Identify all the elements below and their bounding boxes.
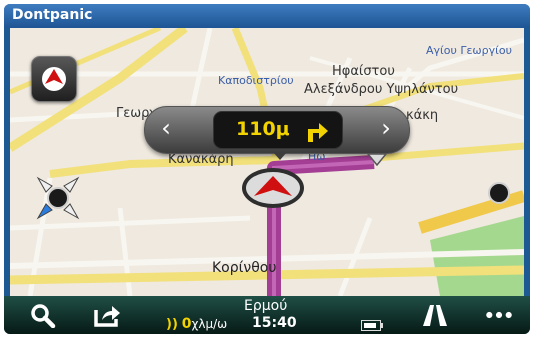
title-bar: Dontpanic: [4, 4, 530, 28]
map-view[interactable]: Αγίου Γεωργίου Καποδιστρίου Ηφαίστου Αλε…: [10, 28, 524, 296]
current-position-marker: [242, 168, 304, 208]
position-arrow-icon: [254, 176, 292, 196]
street-label: Κορίνθου: [212, 260, 277, 276]
street-label: Ηφαίστου: [332, 64, 395, 79]
north-up-arrow-icon: [42, 67, 66, 91]
more-icon[interactable]: [484, 302, 514, 328]
share-icon[interactable]: [92, 302, 122, 328]
distance-to-turn: 110μ: [236, 118, 290, 140]
next-instruction-button[interactable]: ›: [373, 116, 399, 142]
next-instruction-panel: ‹ 110μ ›: [144, 106, 410, 154]
street-label: Αλεξάνδρου Υψηλάντου: [304, 82, 459, 97]
window-title: Dontpanic: [12, 7, 93, 23]
street-label: Αγίου Γεωργίου: [426, 44, 512, 57]
pan-arrows-icon[interactable]: [32, 172, 84, 224]
instruction-pointer: [273, 152, 287, 160]
street-label: Κανακάρη: [168, 152, 234, 167]
app-window: Dontpanic Αγίου Γεωργίου Καποδιστρίου Ηφ…: [4, 4, 530, 334]
zoom-dot-icon[interactable]: [488, 182, 510, 204]
speed-readout: )) 0χλμ/ω: [166, 316, 227, 332]
speed-value: 0: [181, 316, 192, 332]
instruction-box[interactable]: 110μ: [213, 111, 343, 149]
current-street: Ερμού: [244, 298, 288, 314]
search-icon[interactable]: [28, 302, 58, 328]
gps-signal-icon: )): [166, 317, 178, 332]
lanes-icon[interactable]: [420, 302, 450, 328]
battery-icon: [361, 320, 383, 331]
map-roads: [10, 28, 524, 296]
street-label: Καποδιστρίου: [218, 74, 294, 87]
speed-unit: χλμ/ω: [191, 317, 228, 331]
turn-marker-icon: [366, 153, 388, 166]
previous-instruction-button[interactable]: ‹: [153, 116, 179, 142]
turn-right-icon: [308, 123, 328, 142]
bottom-bar: Ερμού )) 0χλμ/ω 15:40: [4, 296, 530, 334]
north-up-button[interactable]: [31, 56, 77, 102]
street-label: κάκη: [406, 108, 439, 123]
clock-time: 15:40: [252, 315, 297, 331]
